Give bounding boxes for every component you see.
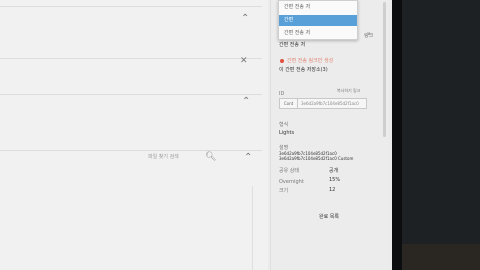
desc-value: 3e6d2a9fb7c104e85d2f1ac0 3e6d2a9fb7c104e… — [279, 151, 354, 161]
warning-text: 간편 전송 링크만 생성 — [287, 58, 334, 64]
search-bar[interactable]: 파일 찾기 검색 🔍︎ — [120, 151, 220, 165]
search-placeholder: 파일 찾기 검색 — [148, 154, 179, 160]
collapse-icon[interactable]: ⌃ — [241, 14, 249, 24]
scrollbar[interactable] — [383, 2, 386, 137]
search-icon[interactable]: 🔍︎ — [205, 152, 216, 162]
dropdown-menu[interactable]: 간편 전송 저 간편 간편 전송 저 — [278, 0, 358, 40]
panel-section-3 — [0, 94, 262, 150]
warning-dot-icon — [280, 59, 284, 63]
prop-value: 공개 — [329, 168, 339, 174]
panel-section-1 — [0, 6, 262, 58]
id-tag: Cont — [280, 99, 298, 108]
dropdown-arrow-icon[interactable]: ∨ — [367, 31, 371, 37]
type-value: Lights — [279, 130, 295, 136]
prop-value: 12 — [329, 187, 336, 193]
prop-value: 15% — [329, 177, 341, 183]
close-icon[interactable]: ✕ — [240, 56, 248, 66]
id-field[interactable]: Cont 3e6d2a9fb7c104e85d2f1ac0 — [279, 98, 367, 109]
warning-subtext: 이 간편 전송 저장소(3) — [279, 67, 328, 73]
monitor-bezel — [392, 0, 402, 270]
type-label: 형식 — [279, 122, 289, 128]
properties-sidebar: 간편 전송 저 링크 간편 전송 링크만 생성 이 간편 전송 저장소(3) I… — [270, 0, 388, 270]
id-value: 3e6d2a9fb7c104e85d2f1ac0 — [301, 101, 359, 106]
mode-label: 간편 전송 저 — [279, 42, 306, 48]
browser-screen: ⌃ ✕ ⌃ 파일 찾기 검색 🔍︎ ⌃ 간편 전송 저 링크 간편 전송 링크만… — [0, 0, 392, 270]
collapse-icon[interactable]: ⌃ — [242, 97, 250, 107]
id-copy-link[interactable]: 복사하기 링크 — [337, 88, 360, 94]
column-divider — [252, 186, 253, 270]
dropdown-option[interactable]: 간편 전송 저 — [279, 2, 357, 13]
complete-list-button[interactable]: 완료 목록 — [319, 214, 339, 220]
prop-key: Overnight — [279, 179, 304, 185]
panel-section-4 — [0, 150, 262, 270]
main-content-area: ⌃ ✕ ⌃ 파일 찾기 검색 🔍︎ ⌃ — [0, 0, 268, 270]
desk-surface — [402, 244, 480, 270]
prop-key: 공유 상태 — [279, 168, 299, 174]
collapse-icon[interactable]: ⌃ — [244, 153, 252, 163]
prop-key: 크기 — [279, 188, 289, 194]
room-background — [402, 0, 480, 270]
panel-section-2 — [0, 58, 262, 94]
id-label: ID — [279, 91, 285, 97]
dropdown-option-selected[interactable]: 간편 — [279, 15, 357, 26]
dropdown-option[interactable]: 간편 전송 저 — [279, 28, 357, 39]
